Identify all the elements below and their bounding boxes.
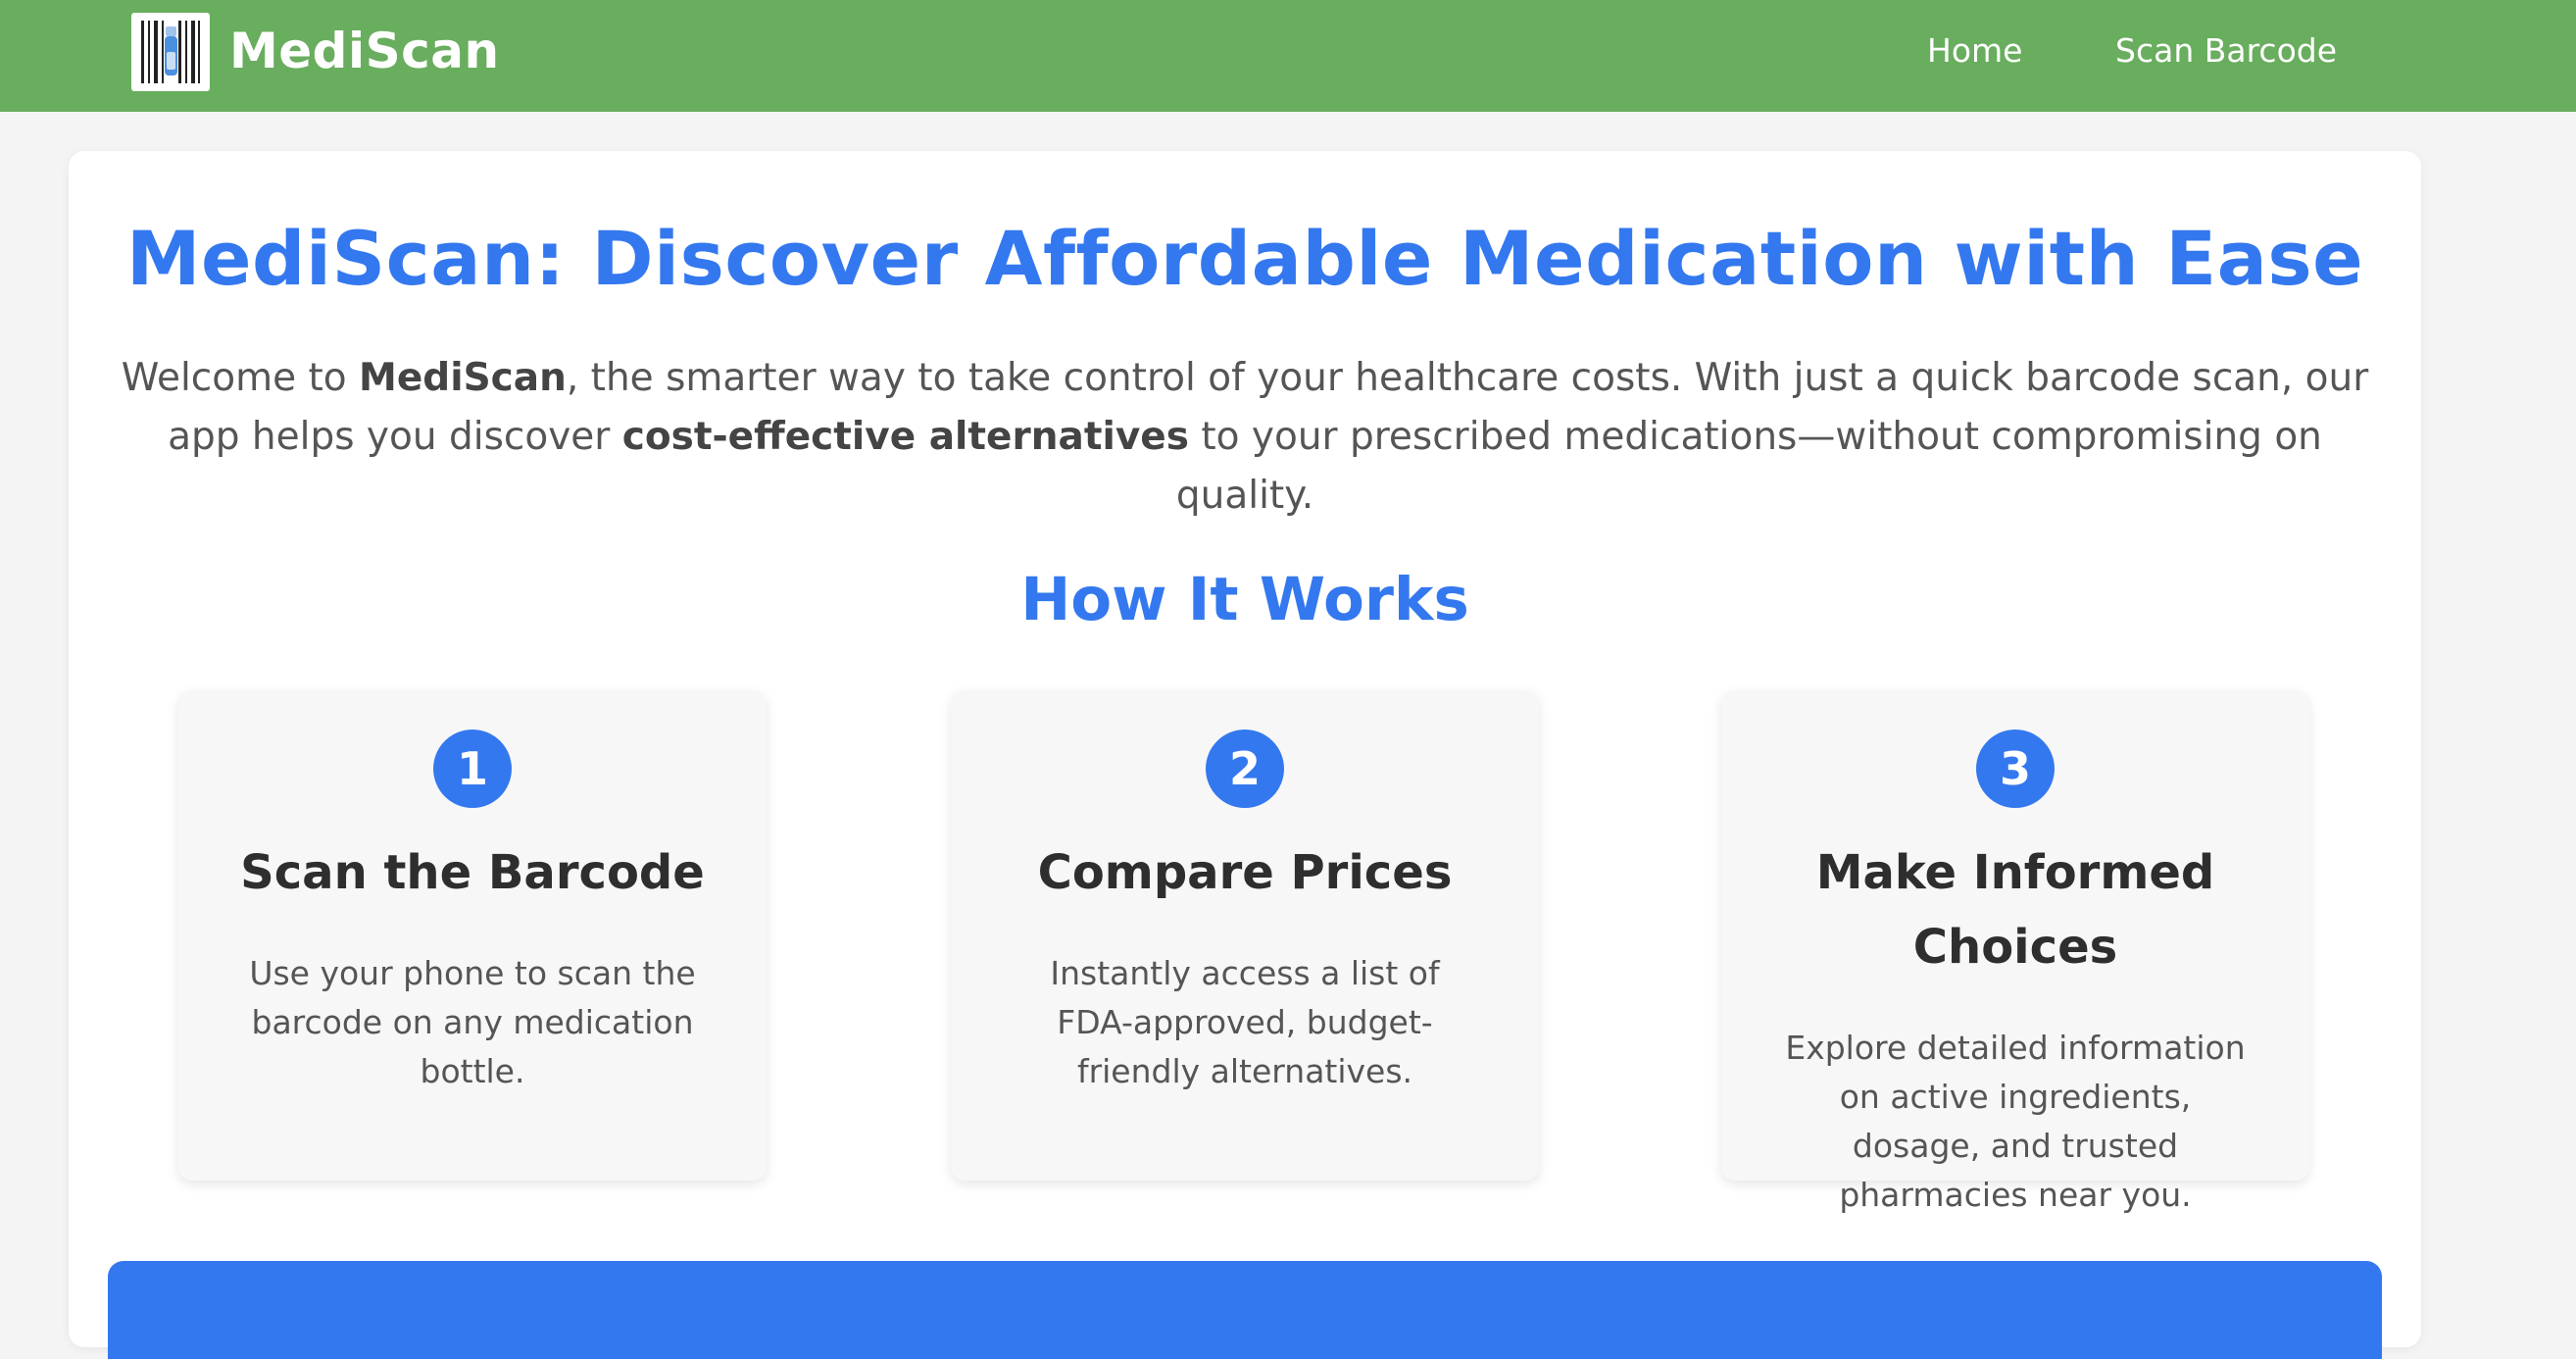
how-it-works-title: How It Works (1020, 565, 1469, 634)
nav-scan-barcode-link[interactable]: Scan Barcode (2115, 29, 2337, 73)
intro-text-3: to your prescribed medications—without c… (1175, 415, 2322, 518)
nav-home-link[interactable]: Home (1927, 29, 2022, 73)
step-title: Make Informed Choices (1815, 845, 2215, 975)
intro-text-1: Welcome to (121, 356, 360, 400)
intro-bold-brand: MediScan (359, 356, 567, 400)
page-title: MediScan: Discover Affordable Medication… (125, 215, 2364, 302)
step-card-choices: 3 Make Informed Choices Explore detailed… (1721, 690, 2309, 1214)
step-title: Compare Prices (1037, 845, 1453, 900)
step-number-badge: 2 (1206, 730, 1284, 808)
step-number-badge: 1 (433, 730, 512, 808)
main-card: MediScan: Discover Affordable Medication… (69, 151, 2421, 1359)
step-description: Instantly access a list of FDA-approved,… (1050, 954, 1440, 1090)
step-card-scan: 1 Scan the Barcode Use your phone to sca… (178, 690, 767, 1181)
step-card-compare: 2 Compare Prices Instantly access a list… (951, 690, 1539, 1181)
step-description: Use your phone to scan the barcode on an… (249, 954, 696, 1090)
step-number-badge: 3 (1976, 730, 2055, 808)
navbar: MediScan Home Scan Barcode (0, 0, 2576, 112)
step-description: Explore detailed information on active i… (1785, 1029, 2246, 1214)
intro-bold-alternatives: cost-effective alternatives (621, 415, 1189, 459)
step-title: Scan the Barcode (240, 845, 705, 900)
intro-paragraph: Welcome to MediScan, the smarter way to … (98, 349, 2392, 526)
cta-section (108, 1261, 2382, 1359)
brand-name[interactable]: MediScan (229, 20, 500, 82)
barcode-logo-icon[interactable] (131, 13, 210, 91)
